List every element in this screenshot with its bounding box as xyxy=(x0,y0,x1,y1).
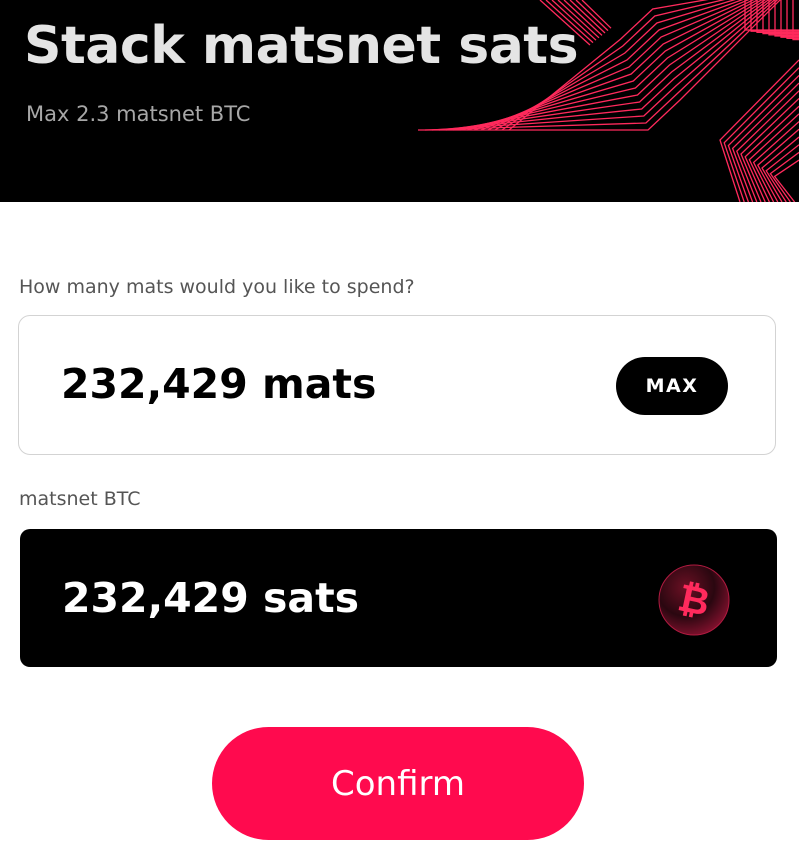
max-button[interactable]: MAX xyxy=(616,357,728,415)
sats-amount-value: 232,429 sats xyxy=(62,574,360,622)
header-banner: Stack matsnet sats Max 2.3 matsnet BTC xyxy=(0,0,799,202)
mats-amount-value: 232,429 mats xyxy=(61,360,377,408)
max-balance-text: Max 2.3 matsnet BTC xyxy=(26,102,251,126)
spend-label: How many mats would you like to spend? xyxy=(19,276,415,298)
page-title: Stack matsnet sats xyxy=(24,16,579,76)
bitcoin-icon: ₿ xyxy=(658,564,730,636)
confirm-button[interactable]: Confirm xyxy=(212,727,584,840)
sats-amount-display: 232,429 sats ₿ xyxy=(20,529,777,667)
mats-amount-input[interactable]: 232,429 mats MAX xyxy=(18,315,776,455)
receive-label: matsnet BTC xyxy=(19,488,141,510)
